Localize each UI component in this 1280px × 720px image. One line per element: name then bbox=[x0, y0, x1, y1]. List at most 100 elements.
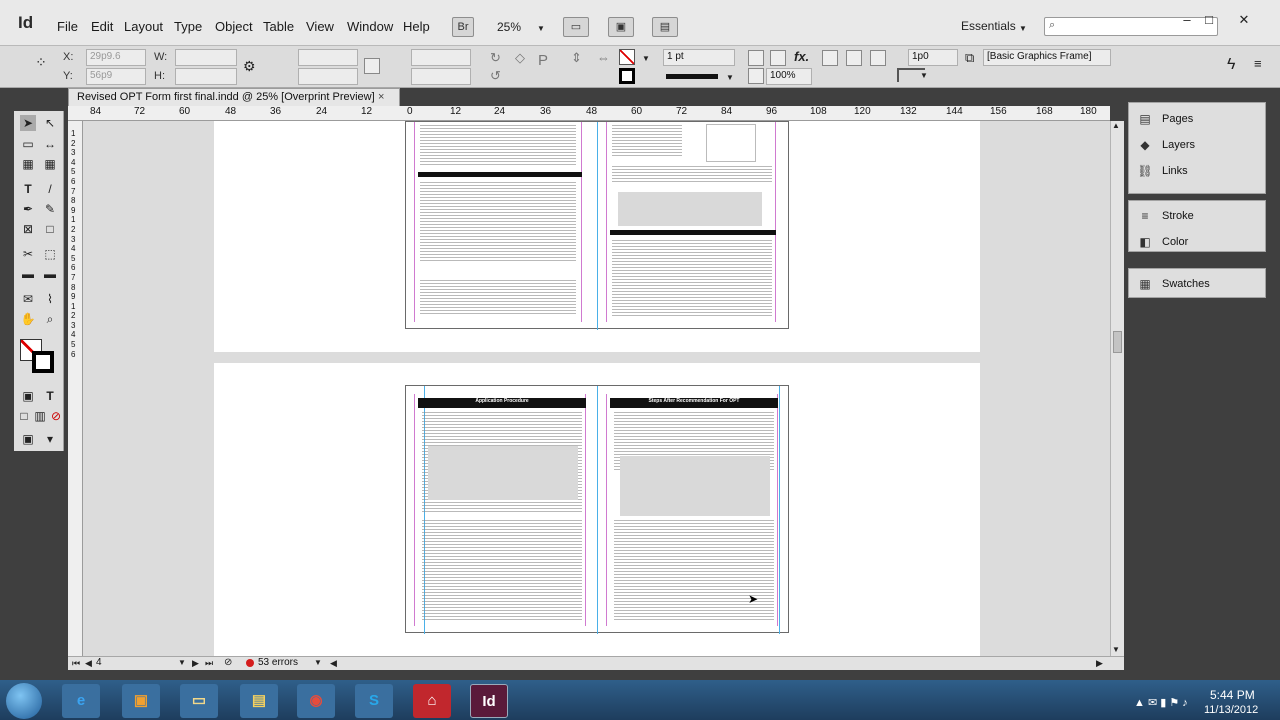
note-tool-icon[interactable]: ✉ bbox=[20, 291, 36, 307]
chevron-down-icon[interactable]: ▼ bbox=[537, 24, 545, 33]
color-icon[interactable]: ◧ bbox=[1137, 235, 1153, 249]
scroll-thumb[interactable] bbox=[1113, 331, 1122, 353]
chevron-down-icon[interactable]: ▼ bbox=[178, 658, 186, 667]
normal-mode-icon[interactable]: ▣ bbox=[20, 431, 36, 447]
clock-time[interactable]: 5:44 PM bbox=[1210, 688, 1255, 702]
workspace-switcher[interactable]: Essentials bbox=[961, 19, 1016, 33]
vertical-scrollbar[interactable]: ▲ ▼ bbox=[1110, 121, 1124, 656]
internet-explorer-icon[interactable]: e bbox=[62, 684, 100, 718]
line-tool-icon[interactable]: / bbox=[42, 181, 58, 197]
link-icon[interactable] bbox=[364, 58, 380, 74]
prev-page-icon[interactable]: ◀ bbox=[85, 658, 92, 669]
rectangle-frame-tool-icon[interactable]: ⊠ bbox=[20, 221, 36, 237]
scale-y-field[interactable] bbox=[298, 68, 358, 85]
h-field[interactable] bbox=[175, 68, 237, 85]
gradient-swatch-tool-icon[interactable]: ▬ bbox=[20, 266, 36, 282]
panel-pages[interactable]: Pages bbox=[1162, 113, 1193, 125]
clock-date[interactable]: 11/13/2012 bbox=[1204, 704, 1258, 716]
skype-icon[interactable]: S bbox=[355, 684, 393, 718]
chevron-down-icon[interactable]: ▼ bbox=[314, 658, 322, 667]
close-icon[interactable]: ✕ bbox=[1233, 12, 1255, 28]
menu-table[interactable]: Table bbox=[263, 19, 294, 34]
y-field[interactable]: 56p9 bbox=[86, 68, 146, 85]
scissors-tool-icon[interactable]: ✂ bbox=[20, 246, 36, 262]
flip-p-icon[interactable]: P bbox=[538, 52, 548, 69]
constrain-proportions-icon[interactable]: ⚙ bbox=[243, 58, 256, 75]
chevron-down-icon[interactable]: ▼ bbox=[920, 71, 928, 80]
outlook-icon[interactable]: ▣ bbox=[122, 684, 160, 718]
page-tool-icon[interactable]: ▭ bbox=[20, 136, 36, 152]
close-icon[interactable]: × bbox=[378, 91, 384, 103]
panel-color[interactable]: Color bbox=[1162, 236, 1188, 248]
panel-swatches[interactable]: Swatches bbox=[1162, 278, 1210, 290]
menu-window[interactable]: Window bbox=[347, 19, 393, 34]
bridge-button[interactable]: Br bbox=[452, 17, 474, 37]
flip-horizontal-icon[interactable]: ◇ bbox=[515, 50, 525, 66]
text-wrap-bounding-icon[interactable] bbox=[846, 50, 862, 66]
acrobat-icon[interactable]: ⌂ bbox=[413, 684, 451, 718]
opacity-icon[interactable] bbox=[748, 68, 764, 84]
preview-mode-icon[interactable]: ▾ bbox=[42, 431, 58, 447]
layers-icon[interactable]: ◆ bbox=[1137, 138, 1153, 152]
rotation-field[interactable] bbox=[411, 49, 471, 66]
maximize-icon[interactable]: □ bbox=[1198, 12, 1220, 28]
last-page-icon[interactable]: ⏭ bbox=[205, 658, 213, 669]
menu-object[interactable]: Object bbox=[215, 19, 253, 34]
menu-layout[interactable]: Layout bbox=[124, 19, 163, 34]
indesign-icon[interactable]: Id bbox=[470, 684, 508, 718]
chrome-icon[interactable]: ◉ bbox=[297, 684, 335, 718]
object-style-dropdown[interactable]: [Basic Graphics Frame] bbox=[983, 49, 1111, 66]
stroke-type-preview[interactable] bbox=[666, 74, 718, 79]
scroll-up-icon[interactable]: ▲ bbox=[1112, 121, 1120, 130]
scroll-left-icon[interactable]: ◀ bbox=[330, 658, 337, 669]
spread-top[interactable] bbox=[405, 121, 789, 330]
chevron-down-icon[interactable]: ▼ bbox=[642, 54, 650, 63]
menu-type[interactable]: Type bbox=[174, 19, 202, 34]
scroll-right-icon[interactable]: ▶ bbox=[1096, 658, 1103, 669]
document-tab[interactable]: Revised OPT Form first final.indd @ 25% … bbox=[68, 88, 400, 106]
gap-field[interactable]: 1p0 bbox=[908, 49, 958, 66]
fill-swatch[interactable] bbox=[619, 49, 635, 65]
swatches-icon[interactable]: ▦ bbox=[1137, 277, 1153, 291]
direct-selection-tool-icon[interactable]: ↖ bbox=[42, 115, 58, 131]
pencil-tool-icon[interactable]: ✎ bbox=[42, 201, 58, 217]
scale-x-field[interactable] bbox=[298, 49, 358, 66]
gradient-feather-tool-icon[interactable]: ▬ bbox=[42, 266, 58, 282]
panel-stroke[interactable]: Stroke bbox=[1162, 210, 1194, 222]
pasteboard[interactable]: Application Procedure Steps After Recomm… bbox=[83, 121, 1110, 656]
text-wrap-shape-icon[interactable] bbox=[870, 50, 886, 66]
w-field[interactable] bbox=[175, 49, 237, 66]
preflight-errors[interactable]: 53 errors bbox=[258, 657, 298, 668]
chevron-down-icon[interactable]: ▼ bbox=[726, 73, 734, 82]
spread-bottom[interactable]: Application Procedure Steps After Recomm… bbox=[405, 385, 789, 634]
chevron-down-icon[interactable]: ▼ bbox=[1019, 24, 1027, 33]
apply-none-icon[interactable]: ⊘ bbox=[48, 408, 64, 424]
content-collector-icon[interactable]: ▦ bbox=[20, 156, 36, 172]
menu-help[interactable]: Help bbox=[403, 19, 430, 34]
formatting-container-icon[interactable]: ▣ bbox=[20, 388, 36, 404]
view-options-icon[interactable]: ▭ bbox=[563, 17, 589, 37]
menu-view[interactable]: View bbox=[306, 19, 334, 34]
screen-mode-icon[interactable]: ▣ bbox=[608, 17, 634, 37]
scroll-down-icon[interactable]: ▼ bbox=[1112, 645, 1120, 654]
panel-links[interactable]: Links bbox=[1162, 165, 1188, 177]
explorer-icon[interactable]: ▤ bbox=[240, 684, 278, 718]
links-icon[interactable]: ⛓ bbox=[1137, 164, 1153, 178]
rotate-icon[interactable]: ↻ bbox=[490, 50, 501, 66]
shear-field[interactable] bbox=[411, 68, 471, 85]
menu-file[interactable]: File bbox=[57, 19, 78, 34]
pen-tool-icon[interactable]: ✒ bbox=[20, 201, 36, 217]
next-page-icon[interactable]: ▶ bbox=[192, 658, 199, 669]
stroke-icon[interactable]: ≡ bbox=[1137, 209, 1153, 223]
gap-tool-icon[interactable]: ↔ bbox=[42, 136, 58, 152]
hand-tool-icon[interactable]: ✋ bbox=[20, 311, 36, 327]
x-field[interactable]: 29p9.6 bbox=[86, 49, 146, 66]
first-page-icon[interactable]: ⏮ bbox=[72, 658, 80, 669]
stroke-weight-field[interactable]: 1 pt bbox=[663, 49, 735, 66]
minimize-icon[interactable]: – bbox=[1176, 12, 1198, 28]
eyedropper-tool-icon[interactable]: ⌇ bbox=[42, 291, 58, 307]
panel-menu-icon[interactable]: ≡ bbox=[1254, 56, 1262, 71]
zoom-level[interactable]: 25% bbox=[497, 20, 521, 34]
tray-icons[interactable]: ▲ ✉ ▮ ⚑ ♪ bbox=[1134, 696, 1188, 709]
free-transform-tool-icon[interactable]: ⬚ bbox=[42, 246, 58, 262]
